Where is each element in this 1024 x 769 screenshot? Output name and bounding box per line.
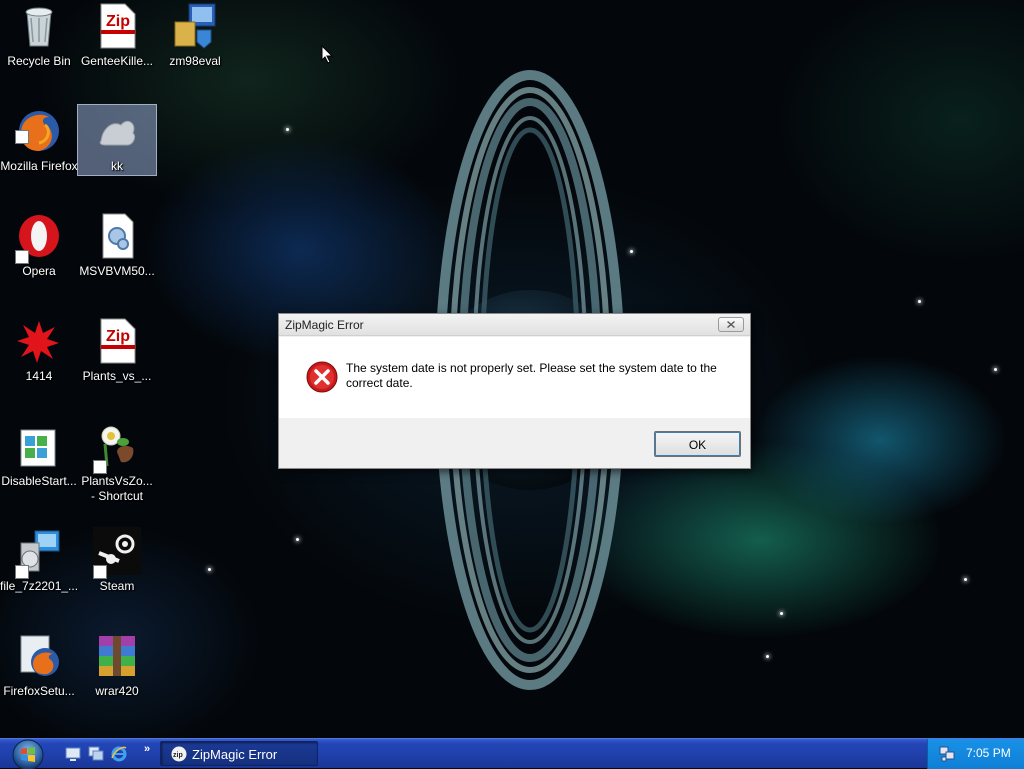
desktop-icon-recycle-bin[interactable]: Recycle Bin [0, 2, 78, 69]
desktop-icon-zm98eval[interactable]: zm98eval [156, 2, 234, 69]
icon-label: Opera [22, 264, 56, 278]
icon-label: MSVBVM50... [79, 264, 155, 278]
zip-file-icon: Zip [100, 3, 136, 49]
icon-label: file_7z2201_... [0, 579, 79, 593]
shortcut-arrow-icon [93, 565, 107, 579]
shortcut-arrow-icon [93, 460, 107, 474]
icon-label: DisableStart... [1, 474, 77, 488]
generic-image-icon [99, 120, 136, 146]
show-desktop-icon[interactable] [65, 746, 81, 762]
desktop-icon-opera[interactable]: Opera [0, 212, 78, 279]
desktop-icon-1414[interactable]: 1414 [0, 317, 78, 384]
star [286, 128, 289, 131]
svg-text:Zip: Zip [106, 13, 130, 30]
icon-label: PlantsVsZo... - Shortcut [81, 474, 153, 503]
error-dialog: ZipMagic Error The system date is not pr… [278, 313, 751, 469]
installer-icon [174, 3, 216, 49]
internet-explorer-icon[interactable] [111, 746, 127, 762]
dialog-title: ZipMagic Error [285, 318, 364, 332]
desktop-icon-msvbvm50[interactable]: MSVBVM50... [78, 212, 156, 279]
firefox-setup-icon [20, 635, 59, 676]
system-tray: 7:05 PM [927, 739, 1024, 769]
close-icon [727, 320, 735, 329]
dialog-body: The system date is not properly set. Ple… [279, 337, 750, 418]
desktop-icon-steam[interactable]: Steam [78, 527, 156, 594]
registry-file-icon [20, 429, 56, 467]
icon-label: Plants_vs_... [82, 369, 152, 383]
dll-file-icon [102, 213, 134, 259]
ok-button[interactable]: OK [654, 431, 741, 457]
winrar-icon [99, 636, 135, 676]
desktop-icon-firefoxsetup[interactable]: FirefoxSetu... [0, 632, 78, 699]
desktop-icon-plants-vs[interactable]: Zip Plants_vs_... [78, 317, 156, 384]
icon-label: Steam [99, 579, 135, 593]
taskbar-button-zipmagic-error[interactable]: zip ZipMagic Error [160, 741, 318, 766]
star [964, 578, 967, 581]
svg-text:Zip: Zip [106, 328, 130, 345]
zip-file-icon: Zip [100, 318, 136, 364]
desktop-icon-wrar420[interactable]: wrar420 [78, 632, 156, 699]
svg-text:zip: zip [173, 752, 183, 759]
desktop-icon-kk[interactable]: kk [77, 104, 157, 176]
dialog-footer: OK [279, 418, 750, 468]
icon-label: wrar420 [95, 684, 139, 698]
star [766, 655, 769, 658]
icon-label: kk [111, 159, 123, 173]
shortcut-arrow-icon [15, 565, 29, 579]
zipmagic-icon: zip [171, 746, 187, 762]
error-icon [306, 361, 338, 393]
dialog-titlebar[interactable]: ZipMagic Error [279, 314, 750, 336]
clock[interactable]: 7:05 PM [966, 746, 1011, 760]
network-icon[interactable] [939, 745, 955, 762]
switch-windows-icon[interactable] [88, 746, 104, 762]
star [994, 368, 997, 371]
icon-label: FirefoxSetu... [3, 684, 75, 698]
recycle-bin-icon [25, 7, 53, 47]
shortcut-arrow-icon [15, 250, 29, 264]
quick-launch-chevron[interactable]: » [144, 743, 150, 755]
desktop-icon-disablestart[interactable]: DisableStart... [0, 422, 78, 489]
taskbar: » zip ZipMagic Error 7:05 PM [0, 738, 1024, 769]
icon-label: Mozilla Firefox [0, 159, 78, 173]
close-button[interactable] [718, 317, 744, 332]
icon-label: zm98eval [169, 54, 221, 68]
star [918, 300, 921, 303]
star [780, 612, 783, 615]
taskbar-button-label: ZipMagic Error [192, 747, 278, 762]
dialog-message: The system date is not properly set. Ple… [346, 361, 717, 390]
shortcut-arrow-icon [15, 130, 29, 144]
icon-label: Recycle Bin [7, 54, 71, 68]
icon-label: 1414 [25, 369, 53, 383]
star [208, 568, 211, 571]
desktop-icon-plantsvszo-shortcut[interactable]: PlantsVsZo... - Shortcut [78, 422, 156, 504]
desktop-icon-genteekiller[interactable]: Zip GenteeKille... [78, 2, 156, 69]
windows-start-icon[interactable] [10, 739, 46, 769]
icon-label: GenteeKille... [80, 54, 154, 68]
red-splat-icon [17, 321, 59, 363]
mouse-cursor-icon [321, 45, 333, 64]
star [296, 538, 299, 541]
desktop-icon-mozilla-firefox[interactable]: Mozilla Firefox [0, 107, 78, 174]
desktop-icon-file-7z2201[interactable]: file_7z2201_... [0, 527, 78, 594]
